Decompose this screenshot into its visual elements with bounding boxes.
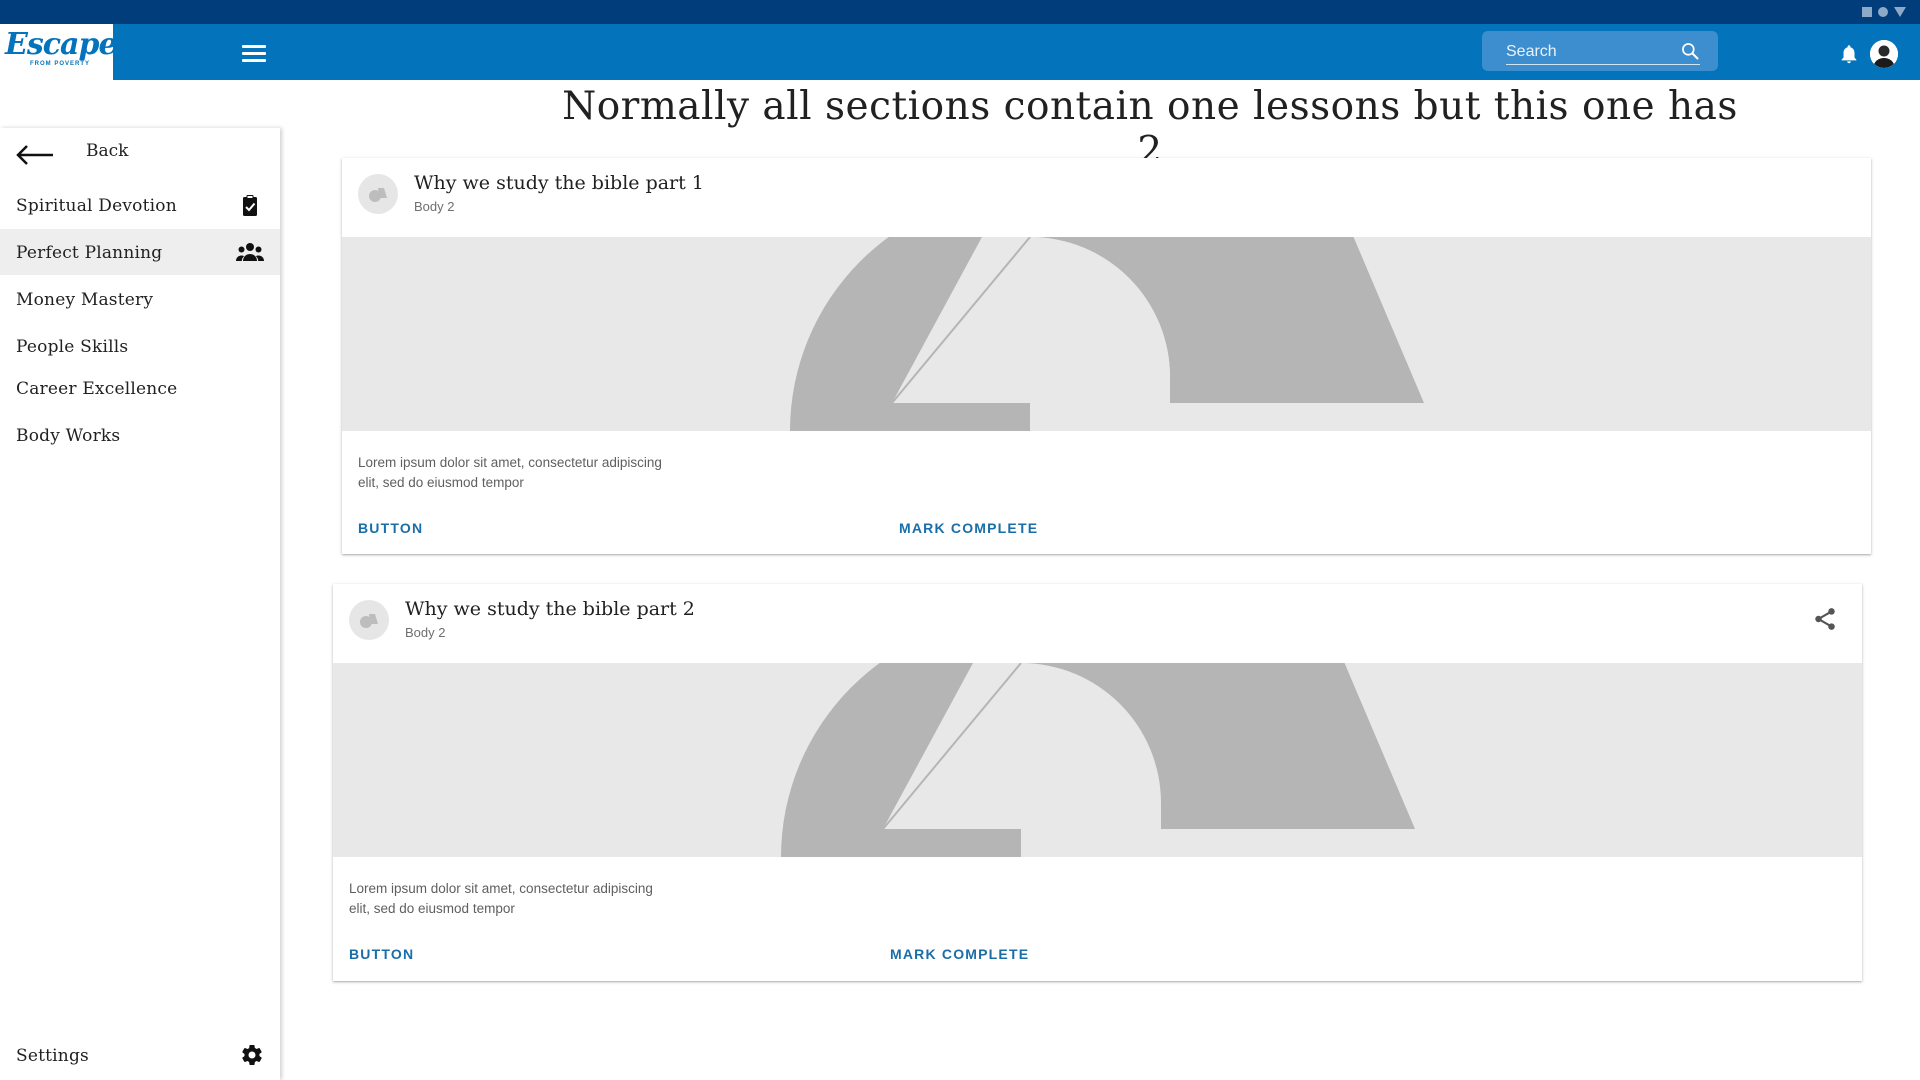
card-title: Why we study the bible part 2	[405, 598, 695, 620]
sidebar-item-label: Body Works	[16, 426, 121, 446]
search-icon[interactable]	[1680, 41, 1700, 61]
gear-icon	[242, 1045, 262, 1066]
sidebar: Back Spiritual Devotion Perfect Planning…	[0, 128, 280, 1080]
sidebar-item-label: Perfect Planning	[16, 243, 163, 263]
settings-label: Settings	[16, 1046, 89, 1066]
sidebar-item-label: Career Excellence	[16, 379, 178, 399]
share-icon[interactable]	[1812, 606, 1838, 632]
square-icon	[1862, 7, 1872, 17]
sidebar-item-perfect-planning[interactable]: Perfect Planning	[0, 229, 280, 275]
search-underline	[1506, 64, 1700, 65]
card-text: Lorem ipsum dolor sit amet, consectetur …	[358, 455, 662, 490]
sidebar-item-label: Money Mastery	[16, 290, 154, 310]
status-bar	[0, 0, 1920, 24]
back-button[interactable]: Back	[0, 128, 280, 172]
card-avatar	[349, 600, 389, 640]
bell-icon[interactable]	[1838, 43, 1860, 65]
placeholder-shapes-icon	[369, 188, 387, 202]
mark-complete-button[interactable]: MARK COMPLETE	[890, 946, 1029, 962]
menu-icon[interactable]	[242, 45, 266, 63]
card-button[interactable]: BUTTON	[358, 520, 423, 536]
arrow-left-icon	[16, 145, 53, 165]
settings-button[interactable]: Settings	[0, 1032, 280, 1078]
card-avatar	[358, 174, 398, 214]
placeholder-shapes-icon	[360, 614, 378, 628]
sidebar-item-body-works[interactable]: Body Works	[0, 412, 280, 458]
sidebar-item-label: People Skills	[16, 337, 129, 357]
logo[interactable]: Escape FROM POVERTY	[0, 24, 118, 80]
card-subtitle: Body 2	[405, 625, 446, 640]
card-image	[342, 237, 1871, 431]
search-input[interactable]: Search	[1506, 43, 1557, 61]
lesson-card: Why we study the bible part 1 Body 2 Lor…	[342, 158, 1871, 554]
placeholder-image-icon	[790, 237, 1424, 431]
card-image	[333, 663, 1862, 857]
sidebar-item-people-skills[interactable]: People Skills	[0, 323, 280, 369]
group-icon	[236, 243, 264, 261]
search-field[interactable]: Search	[1482, 31, 1718, 71]
clipboard-check-icon	[243, 195, 257, 216]
sidebar-item-career-excellence[interactable]: Career Excellence	[0, 365, 280, 411]
card-title: Why we study the bible part 1	[414, 172, 704, 194]
logo-text: Escape	[5, 27, 118, 62]
lesson-card: Why we study the bible part 2 Body 2 Lor…	[333, 584, 1862, 981]
placeholder-image-icon	[781, 663, 1415, 857]
card-subtitle: Body 2	[414, 199, 455, 214]
circle-icon	[1878, 7, 1888, 17]
logo-subtext: FROM POVERTY	[30, 61, 91, 67]
avatar[interactable]	[1870, 40, 1898, 68]
user-avatar-icon	[1870, 40, 1898, 68]
app-bar: Escape FROM POVERTY Search	[0, 24, 1920, 80]
card-button[interactable]: BUTTON	[349, 946, 414, 962]
mark-complete-button[interactable]: MARK COMPLETE	[899, 520, 1038, 536]
sidebar-item-money-mastery[interactable]: Money Mastery	[0, 276, 280, 322]
back-label: Back	[86, 141, 129, 161]
card-text: Lorem ipsum dolor sit amet, consectetur …	[349, 881, 653, 916]
sidebar-item-label: Spiritual Devotion	[16, 196, 177, 216]
sidebar-item-spiritual-devotion[interactable]: Spiritual Devotion	[0, 182, 280, 228]
triangle-icon	[1894, 7, 1906, 17]
status-icons	[1862, 7, 1906, 17]
